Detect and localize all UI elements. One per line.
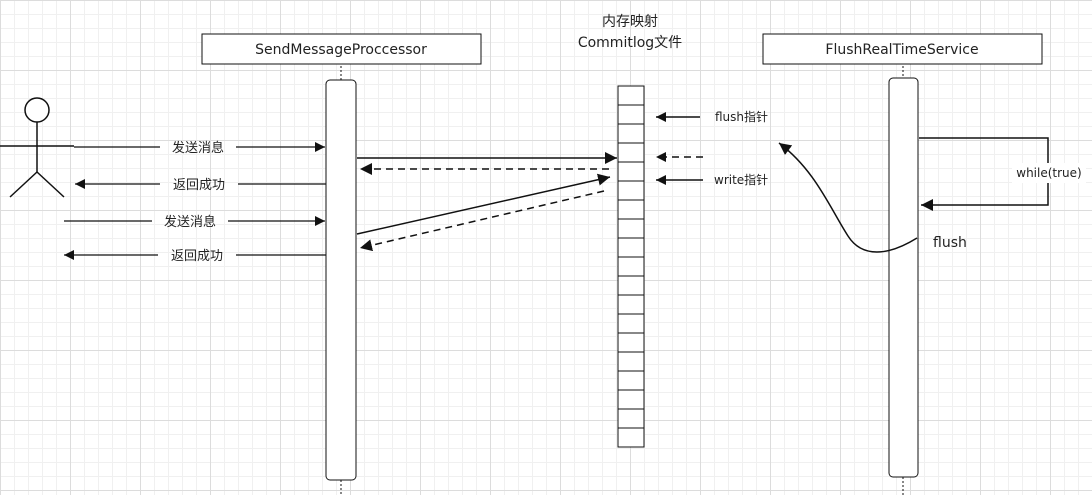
write-ack-2 (359, 190, 605, 252)
flush-service-participant-label: FlushRealTimeService (825, 42, 978, 58)
sender-participant: SendMessageProccessor (201, 33, 482, 65)
commitlog-cell (617, 275, 645, 296)
commitlog-cell (617, 161, 645, 182)
actor-stick-figure (0, 97, 74, 198)
commitlog-cell (617, 370, 645, 391)
commitlog-cell (617, 332, 645, 353)
sequence-diagram: SendMessageProccessor FlushRealTimeServi… (0, 14, 1086, 495)
commitlog-cell (617, 199, 645, 220)
flush-activation-bar (888, 77, 919, 478)
message-return-1-label: 返回成功 (173, 178, 225, 193)
message-send-2: 发送消息 (64, 214, 325, 230)
commitlog-cell (617, 85, 645, 106)
commitlog-cell-stack (617, 85, 645, 448)
write-arrow-2 (356, 173, 611, 235)
commitlog-cell (617, 427, 645, 448)
commitlog-cell (617, 294, 645, 315)
commitlog-cell (617, 389, 645, 410)
commitlog-cell (617, 408, 645, 429)
message-return-1: 返回成功 (75, 178, 326, 193)
flush-service-participant: FlushRealTimeService (762, 33, 1043, 65)
commitlog-cell (617, 351, 645, 372)
mapped-file-title-line1: 内存映射 (602, 14, 658, 30)
commitlog-cell (617, 123, 645, 144)
flush-pointer: flush指针 (656, 109, 768, 124)
commitlog-cell (617, 180, 645, 201)
flush-curve-label: flush (933, 235, 967, 251)
sender-activation-bar (325, 79, 357, 481)
commitlog-cell (617, 256, 645, 277)
message-send-1-label: 发送消息 (172, 140, 224, 156)
commitlog-cell (617, 237, 645, 258)
flush-pointer-label: flush指针 (715, 109, 768, 124)
commitlog-cell (617, 313, 645, 334)
message-return-2-label: 返回成功 (171, 249, 223, 264)
while-loop: while(true) (919, 137, 1086, 211)
commitlog-cell (617, 218, 645, 239)
flush-curve: flush (778, 142, 967, 253)
message-return-2: 返回成功 (64, 249, 326, 264)
write-pointer-label: write指针 (714, 172, 768, 187)
mapped-file-title-line2: Commitlog文件 (578, 35, 682, 51)
sender-participant-label: SendMessageProccessor (255, 42, 427, 58)
while-loop-label: while(true) (1016, 166, 1081, 180)
message-send-2-label: 发送消息 (164, 214, 216, 230)
commitlog-cell (617, 142, 645, 163)
commitlog-cell (617, 104, 645, 125)
message-send-1: 发送消息 (74, 140, 325, 156)
write-pointer: write指针 (656, 172, 768, 187)
